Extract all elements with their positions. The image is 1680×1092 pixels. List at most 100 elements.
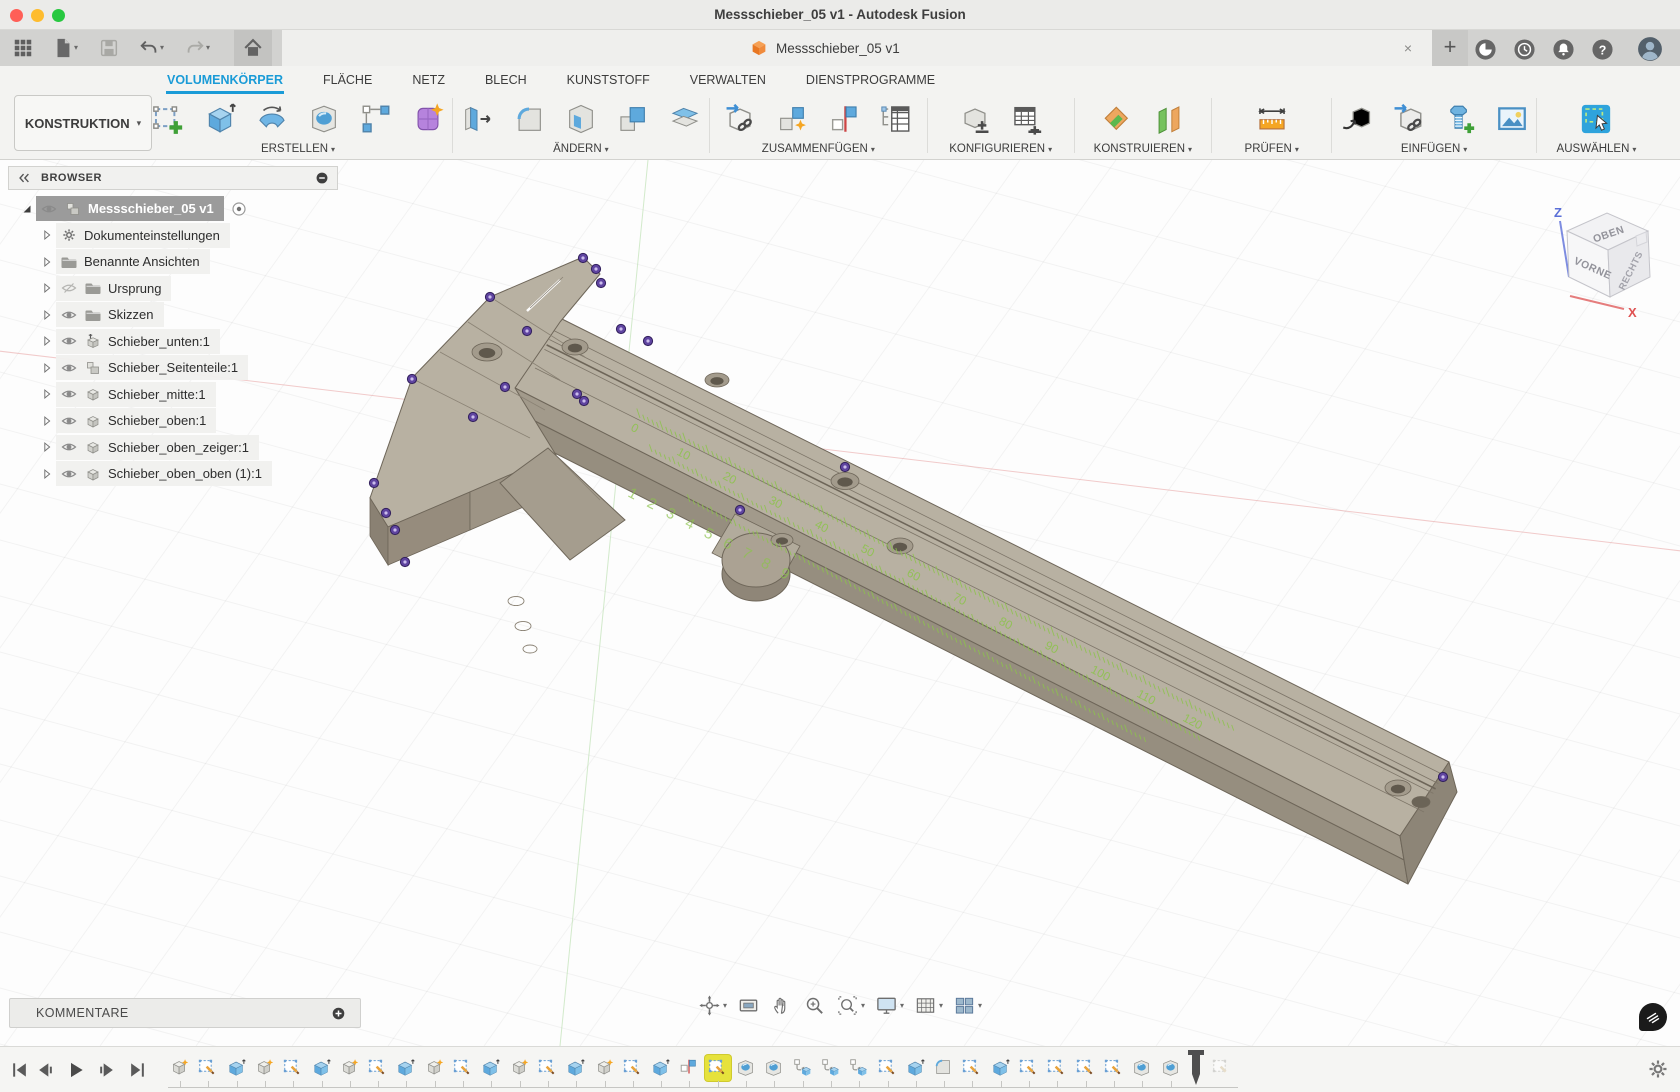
collapse-panel-icon[interactable] [15,171,33,185]
timeline-play-button[interactable] [66,1060,86,1080]
timeline-op-sketch-33[interactable] [1101,1055,1127,1081]
eye-off-icon[interactable] [60,280,78,296]
fillet-button[interactable] [511,101,547,137]
viewports-button[interactable]: ▾ [951,992,984,1019]
timeline-op-hole-21[interactable] [761,1055,787,1081]
eye-icon[interactable] [60,307,78,323]
new-tab-button[interactable]: + [1432,30,1468,66]
timeline-op-sketch-7[interactable] [365,1055,391,1081]
create-sketch-button[interactable] [150,101,186,137]
ribbon-tab-blech[interactable]: BLECH [484,69,528,94]
derive-button[interactable] [1338,101,1374,137]
browser-item-schieber-oben-1[interactable]: Schieber_oben:1 [38,408,216,433]
redo-caret-icon[interactable]: ▾ [206,43,210,52]
timeline-op-hole-20[interactable] [733,1055,759,1081]
ribbon-tab-dienstprogramme[interactable]: DIENSTPROGRAMME [805,69,936,94]
timeline-op-sketch-1[interactable] [195,1055,221,1081]
expand-icon[interactable] [38,387,56,401]
configure-button[interactable] [957,101,993,137]
ribbon-tab-kunststoff[interactable]: KUNSTSTOFF [566,69,651,94]
viewport-3d[interactable]: 0102030405060708090100110120123456789 Z … [0,160,1680,1046]
timeline-op-sketch-25[interactable] [875,1055,901,1081]
ribbon-tab-fläche[interactable]: FLÄCHE [322,69,373,94]
extrude-button[interactable] [202,101,238,137]
group-label-ändern[interactable]: ÄNDERN▾ [553,143,609,155]
timeline-suppressed-op-sketch[interactable] [1209,1055,1235,1081]
group-label-erstellen[interactable]: ERSTELLEN▾ [261,143,335,155]
notifications-button[interactable] [1550,37,1576,61]
timeline-op-sketch-32[interactable] [1073,1055,1099,1081]
fit-button[interactable]: ▾ [834,992,867,1019]
browser-item-schieber-mitte-1[interactable]: Schieber_mitte:1 [38,382,216,407]
timeline-op-joint-18[interactable] [676,1055,702,1081]
timeline-op-sketch-30[interactable] [1016,1055,1042,1081]
home-view-button[interactable] [240,36,266,60]
browser-item-dokumenteinstellungen[interactable]: Dokumenteinstellungen [38,223,230,248]
timeline-op-fillet-27[interactable] [931,1055,957,1081]
avatar-button[interactable] [1637,37,1663,61]
eye-icon[interactable] [60,466,78,482]
select-button[interactable] [1578,101,1614,137]
insert-link-button[interactable] [722,101,758,137]
timeline-op-extrude-5[interactable] [309,1055,335,1081]
assistant-button[interactable] [1639,1003,1667,1031]
joint-button[interactable] [826,101,862,137]
timeline-op-component-9[interactable] [422,1055,448,1081]
browser-item-schieber-unten-1[interactable]: Schieber_unten:1 [38,329,220,354]
timeline-settings-gear-icon[interactable] [1646,1057,1670,1086]
new-component-button[interactable] [774,101,810,137]
canvas-button[interactable] [1494,101,1530,137]
browser-item-skizzen[interactable]: Skizzen [38,302,164,327]
split-button[interactable] [667,101,703,137]
timeline-op-sketch-31[interactable] [1044,1055,1070,1081]
eye-icon[interactable] [60,333,78,349]
expand-icon[interactable] [38,228,56,242]
browser-item-schieber-oben-oben-1-1[interactable]: Schieber_oben_oben (1):1 [38,461,272,486]
form-button[interactable] [410,101,446,137]
timeline-op-hole-35[interactable] [1158,1055,1184,1081]
expand-icon[interactable] [38,440,56,454]
insert-cad-button[interactable] [1390,101,1426,137]
group-label-prüfen[interactable]: PRÜFEN▾ [1245,143,1299,155]
eye-icon[interactable] [60,439,78,455]
view-cube[interactable]: Z X OBEN VORNE RECHTS [1548,200,1678,325]
konstruktion-dropdown[interactable]: KONSTRUKTION ▾ [14,95,152,151]
file-menu-button[interactable] [50,36,76,60]
expand-icon[interactable] [38,414,56,428]
timeline-op-extrude-2[interactable] [224,1055,250,1081]
timeline-step-forward-button[interactable] [97,1060,117,1080]
redo-button[interactable] [182,36,208,60]
document-tab[interactable]: Messschieber_05 v1 [750,30,900,66]
timeline-op-move-23[interactable] [818,1055,844,1081]
revolve-button[interactable] [254,101,290,137]
expand-icon[interactable] [38,467,56,481]
browser-item-schieber-seitenteile-1[interactable]: Schieber_Seitenteile:1 [38,355,248,380]
timeline-op-component-0[interactable] [167,1055,193,1081]
timeline-op-component-6[interactable] [337,1055,363,1081]
group-label-konfigurieren[interactable]: KONFIGURIEREN▾ [949,143,1052,155]
expand-icon[interactable] [38,308,56,322]
help-button[interactable]: ? [1589,37,1615,61]
timeline-op-extrude-26[interactable] [903,1055,929,1081]
config-table-button[interactable] [1009,101,1045,137]
group-label-konstruieren[interactable]: KONSTRUIEREN▾ [1094,143,1192,155]
timeline-op-sketch-13[interactable] [535,1055,561,1081]
combine-button[interactable] [615,101,651,137]
job-status-button[interactable] [1511,37,1537,61]
orbit-button[interactable]: ▾ [696,992,729,1019]
timeline-op-sketch-4[interactable] [280,1055,306,1081]
timeline-marker[interactable] [1185,1049,1207,1092]
eye-icon[interactable] [60,386,78,402]
press-pull-button[interactable] [459,101,495,137]
timeline-op-sketch-16[interactable] [620,1055,646,1081]
zoom-button[interactable] [801,992,828,1019]
group-label-zusammenfügen[interactable]: ZUSAMMENFÜGEN▾ [762,143,875,155]
undo-button[interactable] [136,36,162,60]
expand-icon[interactable] [38,361,56,375]
browser-item-ursprung[interactable]: Ursprung [38,276,171,301]
browser-item-schieber-oben-zeiger-1[interactable]: Schieber_oben_zeiger:1 [38,435,259,460]
timeline-skip-start-button[interactable] [10,1060,30,1080]
bom-button[interactable] [878,101,914,137]
shell-button[interactable] [563,101,599,137]
chevron-down-icon[interactable]: ▾ [861,1001,865,1010]
